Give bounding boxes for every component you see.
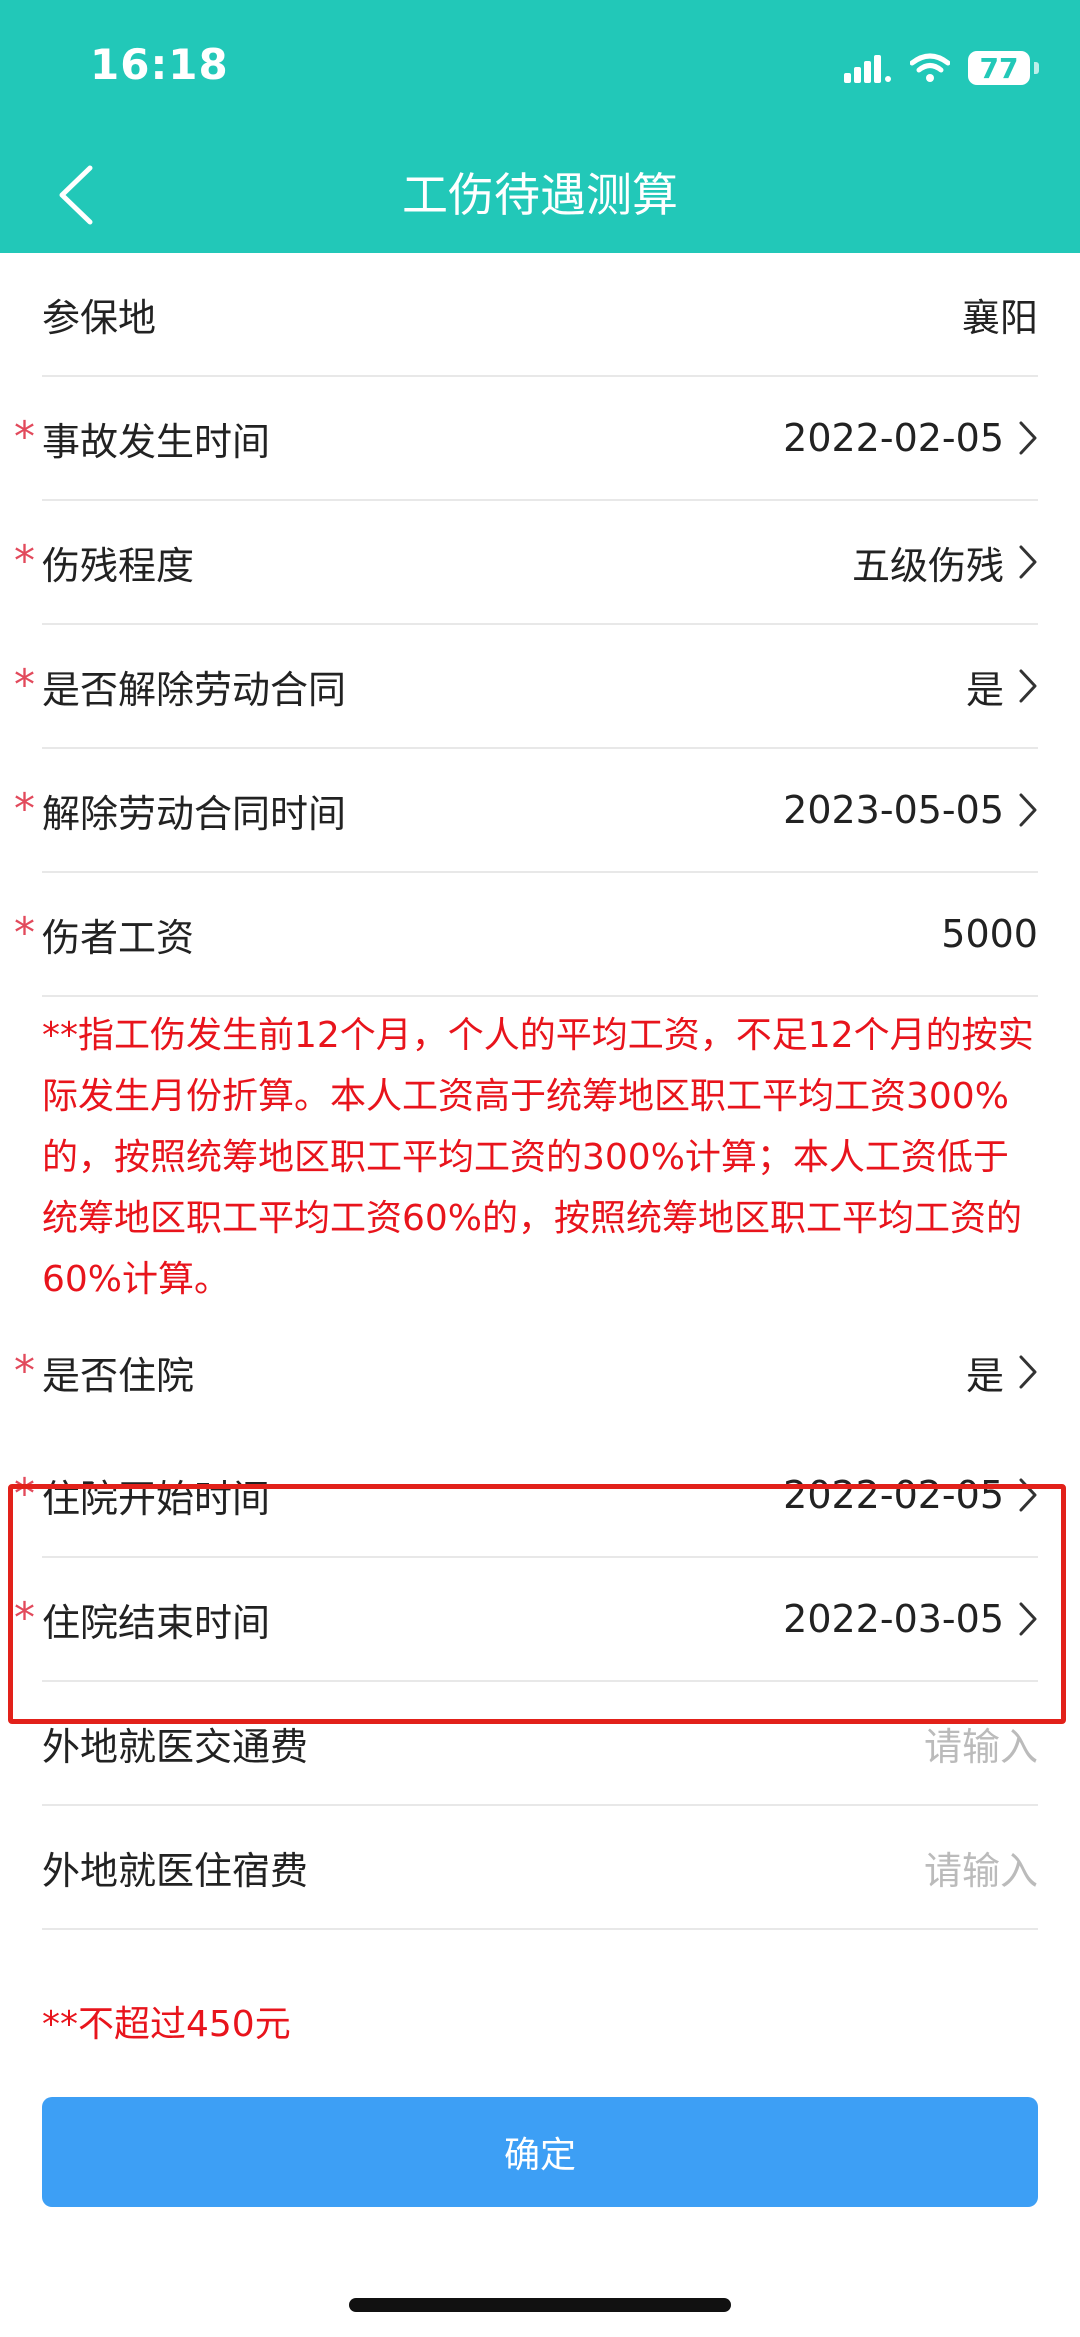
row-hospitalized[interactable]: * 是否住院 是 bbox=[14, 1310, 1038, 1434]
required-mark: * bbox=[14, 660, 35, 709]
row-contract-termination-date[interactable]: * 解除劳动合同时间 2023-05-05 bbox=[14, 749, 1038, 873]
row-insured-place: 参保地 襄阳 bbox=[42, 253, 1038, 377]
accommodation-expense-input[interactable]: 请输入 bbox=[924, 1840, 1038, 1895]
row-value: 是 bbox=[966, 659, 1038, 714]
highlight-box bbox=[8, 1484, 1066, 1724]
page-title: 工伤待遇测算 bbox=[402, 168, 678, 222]
row-value: 是 bbox=[966, 1345, 1038, 1400]
row-label: 伤者工资 bbox=[42, 915, 195, 960]
required-mark: * bbox=[14, 1346, 35, 1395]
wifi-icon bbox=[910, 53, 950, 82]
required-mark: * bbox=[14, 536, 35, 585]
chevron-right-icon bbox=[1019, 421, 1037, 455]
required-mark: * bbox=[14, 784, 35, 833]
row-label: 外地就医住宿费 bbox=[42, 1848, 309, 1893]
chevron-right-icon bbox=[1019, 1355, 1037, 1389]
row-value: 2022-02-05 bbox=[783, 416, 1038, 460]
row-label: 是否解除劳动合同 bbox=[42, 667, 347, 712]
battery-level: 77 bbox=[979, 51, 1019, 85]
chevron-right-icon bbox=[1019, 793, 1037, 827]
chevron-right-icon bbox=[1019, 545, 1037, 579]
row-value: 襄阳 bbox=[961, 295, 1038, 340]
row-value: 2023-05-05 bbox=[783, 788, 1038, 832]
salary-note: **指工伤发生前12个月，个人的平均工资，不足12个月的按实际发生月份折算。本人… bbox=[42, 1015, 1034, 1300]
row-label: 事故发生时间 bbox=[42, 419, 271, 464]
home-indicator[interactable] bbox=[349, 2298, 731, 2312]
row-injured-salary[interactable]: * 伤者工资 5000 bbox=[14, 873, 1038, 997]
app-header: 16:18 77 工伤待遇测算 bbox=[0, 0, 1080, 253]
status-time: 16:18 bbox=[90, 40, 229, 89]
row-accommodation-expense[interactable]: 外地就医住宿费 请输入 bbox=[42, 1806, 1038, 1930]
row-label: 解除劳动合同时间 bbox=[42, 791, 347, 836]
salary-input[interactable]: 5000 bbox=[941, 912, 1038, 956]
status-icons: 77 bbox=[844, 46, 1039, 90]
chevron-right-icon bbox=[1019, 669, 1037, 703]
required-mark: * bbox=[14, 908, 35, 957]
row-accident-date[interactable]: * 事故发生时间 2022-02-05 bbox=[14, 377, 1038, 501]
battery-icon: 77 bbox=[968, 51, 1039, 85]
row-disability-level[interactable]: * 伤残程度 五级伤残 bbox=[14, 501, 1038, 625]
row-label: 是否住院 bbox=[42, 1353, 195, 1398]
confirm-button[interactable]: 确定 bbox=[42, 2097, 1038, 2207]
cellular-signal-icon bbox=[844, 55, 891, 83]
row-label: 参保地 bbox=[42, 295, 157, 340]
limit-note: **不超过450元 bbox=[42, 2004, 291, 2045]
row-contract-terminated[interactable]: * 是否解除劳动合同 是 bbox=[14, 625, 1038, 749]
required-mark: * bbox=[14, 412, 35, 461]
row-label: 伤残程度 bbox=[42, 543, 195, 588]
row-value: 五级伤残 bbox=[852, 535, 1038, 590]
